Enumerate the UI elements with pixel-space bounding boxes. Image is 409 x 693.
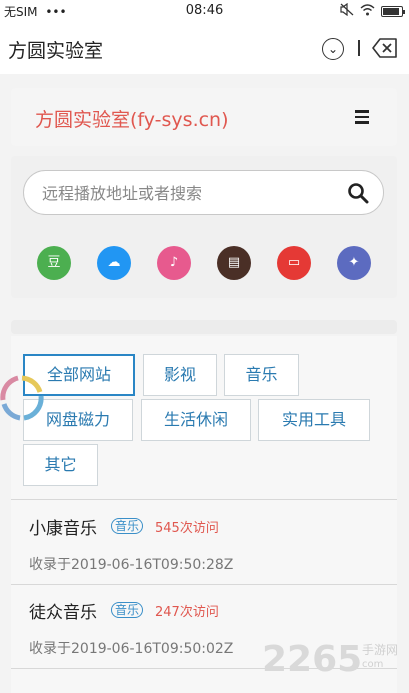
search-panel: 豆 ☁ ♪ ▤ ▭ ✦ (11, 156, 397, 298)
quick-links: 豆 ☁ ♪ ▤ ▭ ✦ (11, 246, 397, 280)
bird-icon[interactable]: ✦ (337, 246, 371, 280)
tv-icon[interactable]: ▭ (277, 246, 311, 280)
category-video[interactable]: 影视 (143, 354, 217, 396)
category-other[interactable]: 其它 (23, 444, 98, 486)
site-item-tag: 音乐 (111, 602, 144, 618)
site-item-name[interactable]: 徒众音乐 (29, 598, 97, 623)
search-box (23, 170, 384, 215)
chevron-down-icon[interactable]: ⌄ (322, 38, 344, 60)
search-icon[interactable] (347, 182, 369, 204)
webview: 方圆实验室(fy-sys.cn) 豆 ☁ ♪ ▤ ▭ ✦ 全部网站 影视 音乐 … (0, 74, 409, 693)
mute-icon (340, 2, 354, 19)
divider (11, 499, 397, 500)
status-bar: 无SIM ••• 08:46 (0, 0, 409, 22)
site-item-date: 收录于2019-06-16T09:50:02Z (29, 641, 234, 657)
cloud-icon[interactable]: ☁ (97, 246, 131, 280)
battery-icon (381, 5, 405, 17)
site-item-name[interactable]: 小康音乐 (29, 514, 97, 539)
watermark-brand: 2265 (262, 639, 363, 680)
wifi-icon (360, 3, 375, 19)
section-strip (11, 320, 397, 334)
loading-spinner-icon (0, 374, 44, 424)
category-tools[interactable]: 实用工具 (258, 399, 370, 441)
divider (11, 584, 397, 585)
category-music[interactable]: 音乐 (224, 354, 299, 396)
page-title: 方圆实验室 (8, 40, 104, 62)
book-icon[interactable]: ▤ (217, 246, 251, 280)
watermark-label: 手游网 (362, 643, 399, 657)
status-right (340, 2, 405, 19)
watermark-suffix: com (362, 659, 384, 670)
search-input[interactable] (42, 181, 332, 205)
site-header: 方圆实验室(fy-sys.cn) (11, 88, 397, 146)
close-icon[interactable] (372, 37, 398, 59)
category-lifestyle[interactable]: 生活休闲 (141, 399, 251, 441)
site-item-tag: 音乐 (111, 518, 144, 534)
site-name[interactable]: 方圆实验室(fy-sys.cn) (35, 105, 229, 132)
music-icon[interactable]: ♪ (157, 246, 191, 280)
site-item-visits: 545次访问 (155, 521, 219, 536)
site-item-date: 收录于2019-06-16T09:50:28Z (29, 557, 234, 573)
watermark-logo: 2265 手游网 com (262, 639, 407, 687)
divider (358, 40, 360, 56)
douban-icon[interactable]: 豆 (37, 246, 71, 280)
app-title-bar: 方圆实验室 ⌄ (0, 22, 409, 74)
site-item-visits: 247次访问 (155, 605, 219, 620)
hamburger-menu-icon[interactable] (355, 110, 369, 127)
